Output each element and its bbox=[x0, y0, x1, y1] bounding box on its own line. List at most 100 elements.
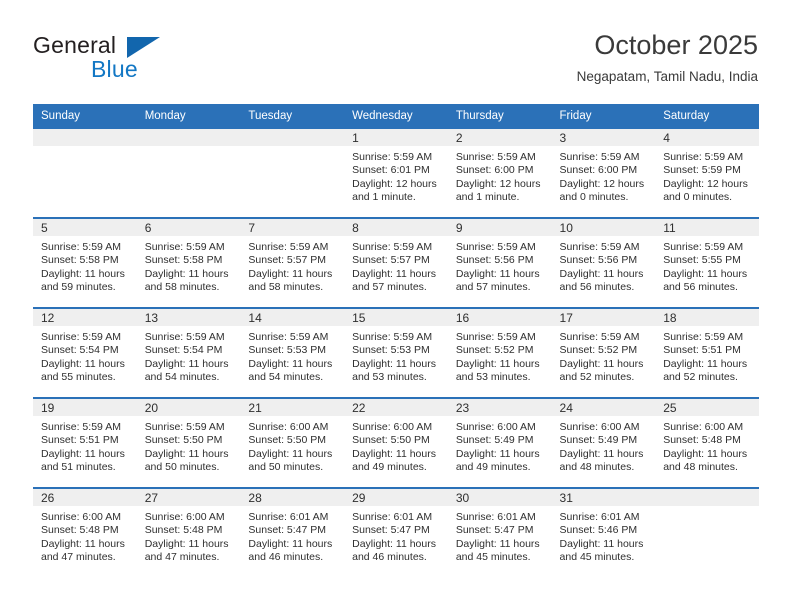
sunrise-text: Sunrise: 5:59 AM bbox=[144, 241, 225, 253]
sunset-text: Sunset: 5:48 PM bbox=[663, 434, 741, 447]
calendar-week-row: 26 Sunrise: 6:00 AM Sunset: 5:48 PM Dayligh… bbox=[33, 487, 759, 577]
blue-triangle-icon bbox=[127, 37, 160, 58]
daylight-text: Daylight: 11 hours and 54 minutes. bbox=[248, 357, 333, 384]
day-details: Sunrise: 6:00 AM Sunset: 5:49 PM Daylight:… bbox=[552, 416, 656, 475]
sunrise-text: Sunrise: 6:01 AM bbox=[248, 511, 329, 523]
day-details bbox=[240, 146, 344, 151]
day-number: 3 bbox=[551, 129, 656, 146]
sunset-text: Sunset: 5:50 PM bbox=[248, 434, 327, 447]
day-number: 15 bbox=[344, 309, 448, 326]
day-details: Sunrise: 5:59 AM Sunset: 5:57 PM Daylight:… bbox=[344, 236, 448, 295]
daylight-text: Daylight: 11 hours and 51 minutes. bbox=[41, 447, 125, 474]
sunset-text: Sunset: 5:48 PM bbox=[144, 524, 223, 537]
daylight-text: Daylight: 12 hours and 1 minute. bbox=[352, 177, 437, 204]
day-number: 5 bbox=[33, 219, 137, 236]
calendar-day-cell[interactable]: 18 Sunrise: 5:59 AM Sunset: 5:51 PM Dayligh… bbox=[655, 307, 759, 398]
daylight-text: Daylight: 11 hours and 54 minutes. bbox=[144, 357, 229, 384]
calendar-day-cell[interactable]: 12 Sunrise: 5:59 AM Sunset: 5:54 PM Dayligh… bbox=[33, 307, 137, 398]
day-number: 17 bbox=[551, 309, 656, 326]
calendar-day-cell[interactable]: 28 Sunrise: 6:01 AM Sunset: 5:47 PM Dayligh… bbox=[240, 487, 345, 577]
sunset-text: Sunset: 5:58 PM bbox=[41, 254, 119, 267]
calendar-day-cell[interactable]: 5 Sunrise: 5:59 AM Sunset: 5:58 PM Daylight… bbox=[33, 217, 137, 308]
day-details: Sunrise: 5:59 AM Sunset: 5:51 PM Daylight:… bbox=[655, 326, 759, 385]
sunset-text: Sunset: 5:56 PM bbox=[455, 254, 534, 267]
calendar-day-cell[interactable]: 7 Sunrise: 5:59 AM Sunset: 5:57 PM Daylight… bbox=[240, 217, 345, 308]
calendar-body: 1 Sunrise: 5:59 AM Sunset: 6:01 PM Daylight… bbox=[33, 127, 759, 577]
calendar-day-cell[interactable]: 1 Sunrise: 5:59 AM Sunset: 6:01 PM Daylight… bbox=[344, 127, 448, 218]
page-header: General Blue October 2025 Negapatam, Tam… bbox=[33, 28, 758, 98]
calendar-day-cell[interactable]: 11 Sunrise: 5:59 AM Sunset: 5:55 PM Dayligh… bbox=[655, 217, 759, 308]
calendar-day-cell[interactable]: 14 Sunrise: 5:59 AM Sunset: 5:53 PM Dayligh… bbox=[240, 307, 345, 398]
sunset-text: Sunset: 5:48 PM bbox=[41, 524, 119, 537]
sunset-text: Sunset: 5:53 PM bbox=[352, 344, 430, 357]
day-details: Sunrise: 6:00 AM Sunset: 5:48 PM Daylight:… bbox=[655, 416, 759, 475]
day-number: 11 bbox=[655, 219, 759, 236]
calendar-day-cell[interactable]: 15 Sunrise: 5:59 AM Sunset: 5:53 PM Dayligh… bbox=[344, 307, 448, 398]
day-number: 8 bbox=[344, 219, 448, 236]
calendar-day-cell[interactable]: 10 Sunrise: 5:59 AM Sunset: 5:56 PM Dayligh… bbox=[551, 217, 656, 308]
day-number: 25 bbox=[655, 399, 759, 416]
daylight-text: Daylight: 12 hours and 0 minutes. bbox=[559, 177, 645, 204]
day-details bbox=[655, 506, 759, 511]
day-number: 7 bbox=[240, 219, 345, 236]
sunrise-text: Sunrise: 5:59 AM bbox=[559, 241, 640, 253]
calendar-day-cell[interactable]: 25 Sunrise: 6:00 AM Sunset: 5:48 PM Dayligh… bbox=[655, 397, 759, 488]
calendar-day-cell[interactable]: 22 Sunrise: 6:00 AM Sunset: 5:50 PM Dayligh… bbox=[344, 397, 448, 488]
sunrise-text: Sunrise: 5:59 AM bbox=[144, 421, 225, 433]
daylight-text: Daylight: 11 hours and 52 minutes. bbox=[663, 357, 748, 384]
calendar-day-cell[interactable]: 20 Sunrise: 5:59 AM Sunset: 5:50 PM Dayligh… bbox=[136, 397, 241, 488]
day-details: Sunrise: 5:59 AM Sunset: 6:00 PM Daylight:… bbox=[552, 146, 656, 205]
calendar-day-cell[interactable]: 8 Sunrise: 5:59 AM Sunset: 5:57 PM Daylight… bbox=[344, 217, 448, 308]
day-details: Sunrise: 5:59 AM Sunset: 5:58 PM Daylight:… bbox=[137, 236, 241, 295]
calendar-day-cell[interactable]: 3 Sunrise: 5:59 AM Sunset: 6:00 PM Daylight… bbox=[551, 127, 656, 218]
daylight-text: Daylight: 11 hours and 50 minutes. bbox=[144, 447, 229, 474]
calendar-day-cell[interactable]: 6 Sunrise: 5:59 AM Sunset: 5:58 PM Daylight… bbox=[136, 217, 241, 308]
day-details: Sunrise: 5:59 AM Sunset: 5:53 PM Daylight:… bbox=[240, 326, 344, 385]
sunset-text: Sunset: 6:00 PM bbox=[455, 164, 534, 177]
sunrise-text: Sunrise: 6:01 AM bbox=[352, 511, 433, 523]
day-details: Sunrise: 5:59 AM Sunset: 5:58 PM Daylight:… bbox=[33, 236, 137, 295]
calendar-day-cell[interactable]: 4 Sunrise: 5:59 AM Sunset: 5:59 PM Daylight… bbox=[655, 127, 759, 218]
calendar-day-cell[interactable]: 26 Sunrise: 6:00 AM Sunset: 5:48 PM Dayligh… bbox=[33, 487, 137, 577]
calendar-day-cell[interactable]: 23 Sunrise: 6:00 AM Sunset: 5:49 PM Dayligh… bbox=[447, 397, 552, 488]
calendar-day-cell[interactable]: 17 Sunrise: 5:59 AM Sunset: 5:52 PM Dayligh… bbox=[551, 307, 656, 398]
day-details: Sunrise: 5:59 AM Sunset: 6:01 PM Daylight:… bbox=[344, 146, 448, 205]
weekday-header-monday: Monday bbox=[136, 104, 241, 128]
calendar-day-cell[interactable]: 21 Sunrise: 6:00 AM Sunset: 5:50 PM Dayligh… bbox=[240, 397, 345, 488]
calendar-day-cell[interactable]: 29 Sunrise: 6:01 AM Sunset: 5:47 PM Dayligh… bbox=[344, 487, 448, 577]
general-blue-logo[interactable]: General Blue bbox=[33, 32, 203, 90]
calendar-day-cell[interactable]: 9 Sunrise: 5:59 AM Sunset: 5:56 PM Daylight… bbox=[447, 217, 552, 308]
daylight-text: Daylight: 11 hours and 46 minutes. bbox=[352, 537, 436, 564]
sunrise-text: Sunrise: 5:59 AM bbox=[248, 331, 329, 343]
daylight-text: Daylight: 11 hours and 45 minutes. bbox=[559, 537, 644, 564]
calendar-day-cell[interactable]: 16 Sunrise: 5:59 AM Sunset: 5:52 PM Dayligh… bbox=[447, 307, 552, 398]
daylight-text: Daylight: 11 hours and 56 minutes. bbox=[663, 267, 748, 294]
sunrise-text: Sunrise: 5:59 AM bbox=[41, 421, 121, 433]
day-number: 24 bbox=[551, 399, 656, 416]
sunrise-text: Sunrise: 5:59 AM bbox=[455, 151, 536, 163]
calendar-day-cell[interactable]: 19 Sunrise: 5:59 AM Sunset: 5:51 PM Dayligh… bbox=[33, 397, 137, 488]
calendar-day-cell[interactable]: 30 Sunrise: 6:01 AM Sunset: 5:47 PM Dayligh… bbox=[447, 487, 552, 577]
daylight-text: Daylight: 11 hours and 59 minutes. bbox=[41, 267, 125, 294]
daylight-text: Daylight: 11 hours and 47 minutes. bbox=[41, 537, 125, 564]
sunrise-text: Sunrise: 6:00 AM bbox=[455, 421, 536, 433]
daylight-text: Daylight: 11 hours and 49 minutes. bbox=[455, 447, 540, 474]
day-number: 2 bbox=[447, 129, 552, 146]
sunrise-text: Sunrise: 5:59 AM bbox=[352, 241, 433, 253]
calendar-day-cell[interactable]: 2 Sunrise: 5:59 AM Sunset: 6:00 PM Daylight… bbox=[447, 127, 552, 218]
day-number: 27 bbox=[136, 489, 241, 506]
day-details: Sunrise: 6:00 AM Sunset: 5:50 PM Daylight:… bbox=[344, 416, 448, 475]
day-details bbox=[137, 146, 241, 151]
day-details: Sunrise: 6:00 AM Sunset: 5:50 PM Daylight:… bbox=[240, 416, 344, 475]
calendar-day-cell[interactable]: 13 Sunrise: 5:59 AM Sunset: 5:54 PM Dayligh… bbox=[136, 307, 241, 398]
day-number: 20 bbox=[136, 399, 241, 416]
calendar-day-cell[interactable]: 24 Sunrise: 6:00 AM Sunset: 5:49 PM Dayligh… bbox=[551, 397, 656, 488]
calendar-week-row: 5 Sunrise: 5:59 AM Sunset: 5:58 PM Daylight… bbox=[33, 217, 759, 308]
calendar-week-row: 19 Sunrise: 5:59 AM Sunset: 5:51 PM Dayligh… bbox=[33, 397, 759, 488]
day-number bbox=[136, 129, 241, 146]
day-number: 31 bbox=[551, 489, 656, 506]
calendar-day-cell[interactable]: 31 Sunrise: 6:01 AM Sunset: 5:46 PM Dayligh… bbox=[551, 487, 656, 577]
calendar-day-cell[interactable]: 27 Sunrise: 6:00 AM Sunset: 5:48 PM Dayligh… bbox=[136, 487, 241, 577]
calendar-day-cell-empty bbox=[33, 127, 137, 218]
sunset-text: Sunset: 5:55 PM bbox=[663, 254, 741, 267]
